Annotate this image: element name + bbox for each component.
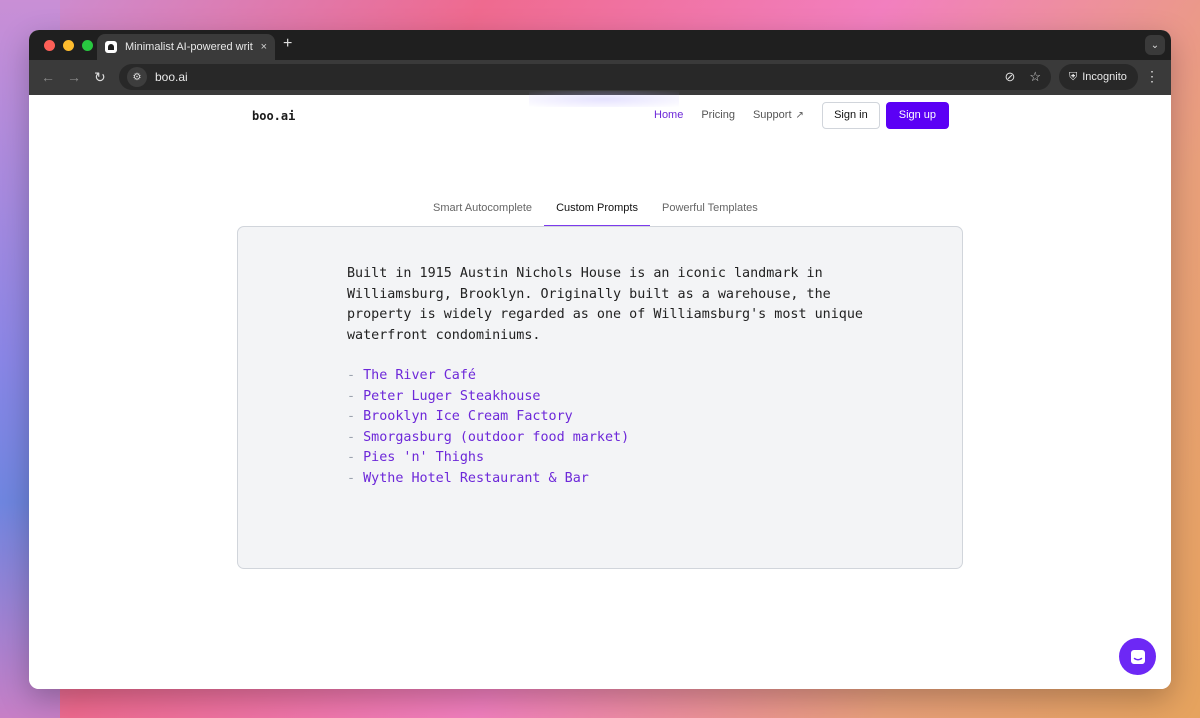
close-window-button[interactable] <box>44 40 55 51</box>
ghost-icon <box>105 41 117 53</box>
incognito-badge[interactable]: ⛨ Incognito <box>1059 64 1138 90</box>
address-bar[interactable]: ⚙ boo.ai ⊘ ☆ <box>119 64 1051 90</box>
list-item: - Peter Luger Steakhouse <box>347 387 629 408</box>
list-item-text: Brooklyn Ice Cream Factory <box>363 409 573 424</box>
list-dash: - <box>347 470 356 486</box>
incognito-icon: ⛨ <box>1069 70 1078 83</box>
incognito-label: Incognito <box>1082 71 1127 83</box>
list-dash: - <box>347 429 356 445</box>
list-item: - Wythe Hotel Restaurant & Bar <box>347 469 629 490</box>
tab-smart-autocomplete[interactable]: Smart Autocomplete <box>421 197 544 227</box>
close-icon[interactable]: × <box>261 41 267 53</box>
browser-tab[interactable]: Minimalist AI-powered writing × <box>97 34 275 60</box>
feature-tabs: Smart Autocomplete Custom Prompts Powerf… <box>421 197 770 227</box>
list-item-text: The River Café <box>363 368 476 383</box>
site-nav: Home Pricing Support ↗ Sign in Sign up <box>654 101 949 129</box>
nav-pricing-link[interactable]: Pricing <box>701 109 735 121</box>
site-settings-icon[interactable]: ⚙ <box>127 67 147 87</box>
minimize-window-button[interactable] <box>63 40 74 51</box>
nav-home-link[interactable]: Home <box>654 109 683 121</box>
reload-button[interactable]: ↻ <box>94 69 106 86</box>
maximize-window-button[interactable] <box>82 40 93 51</box>
new-tab-button[interactable]: + <box>283 35 292 53</box>
list-dash: - <box>347 368 356 383</box>
sign-up-button[interactable]: Sign up <box>885 101 949 129</box>
demo-panel: Built in 1915 Austin Nichols House is an… <box>237 226 963 569</box>
browser-toolbar: ← → ↻ ⚙ boo.ai ⊘ ☆ ⛨ Incognito ⋮ <box>29 60 1171 95</box>
chat-icon <box>1130 649 1145 664</box>
tab-search-button[interactable]: ⌄ <box>1145 35 1165 55</box>
list-item-text: Pies 'n' Thighs <box>363 450 485 465</box>
list-dash: - <box>347 388 356 404</box>
list-dash: - <box>347 450 356 465</box>
nav-support-label: Support <box>752 109 792 121</box>
list-item: - The River Café <box>347 366 629 387</box>
window-controls <box>44 40 93 51</box>
eye-off-icon[interactable]: ⊘ <box>1004 69 1015 85</box>
list-item: - Smorgasburg (outdoor food market) <box>347 428 629 449</box>
forward-button[interactable]: → <box>67 69 81 85</box>
nav-support-link[interactable]: Support ↗ <box>753 109 804 121</box>
browser-window: Minimalist AI-powered writing × + ⌄ ← → … <box>29 30 1171 689</box>
list-item: - Brooklyn Ice Cream Factory <box>347 407 629 428</box>
web-page: boo.ai Home Pricing Support ↗ Sign in Sig… <box>29 91 1171 689</box>
url-text[interactable]: boo.ai <box>155 70 188 84</box>
bookmark-star-icon[interactable]: ☆ <box>1029 69 1041 85</box>
list-item: - Pies 'n' Thighs <box>347 448 629 469</box>
demo-list: - The River Café - Peter Luger Steakhous… <box>347 366 629 489</box>
back-button[interactable]: ← <box>41 69 55 85</box>
external-link-icon: ↗ <box>795 110 804 121</box>
sign-in-button[interactable]: Sign in <box>821 101 880 129</box>
demo-paragraph: Built in 1915 Austin Nichols House is an… <box>347 266 863 343</box>
list-dash: - <box>347 409 356 424</box>
site-logo[interactable]: boo.ai <box>252 109 295 123</box>
tab-title: Minimalist AI-powered writing <box>125 41 253 53</box>
tab-strip: Minimalist AI-powered writing × + ⌄ <box>29 30 1171 60</box>
list-item-text: Smorgasburg (outdoor food market) <box>363 429 630 445</box>
chat-launcher-button[interactable] <box>1119 638 1156 675</box>
list-item-text: Wythe Hotel Restaurant & Bar <box>363 470 589 486</box>
list-item-text: Peter Luger Steakhouse <box>363 388 541 404</box>
tab-powerful-templates[interactable]: Powerful Templates <box>650 197 770 227</box>
tab-custom-prompts[interactable]: Custom Prompts <box>544 197 650 227</box>
browser-menu-icon[interactable]: ⋮ <box>1145 68 1159 85</box>
